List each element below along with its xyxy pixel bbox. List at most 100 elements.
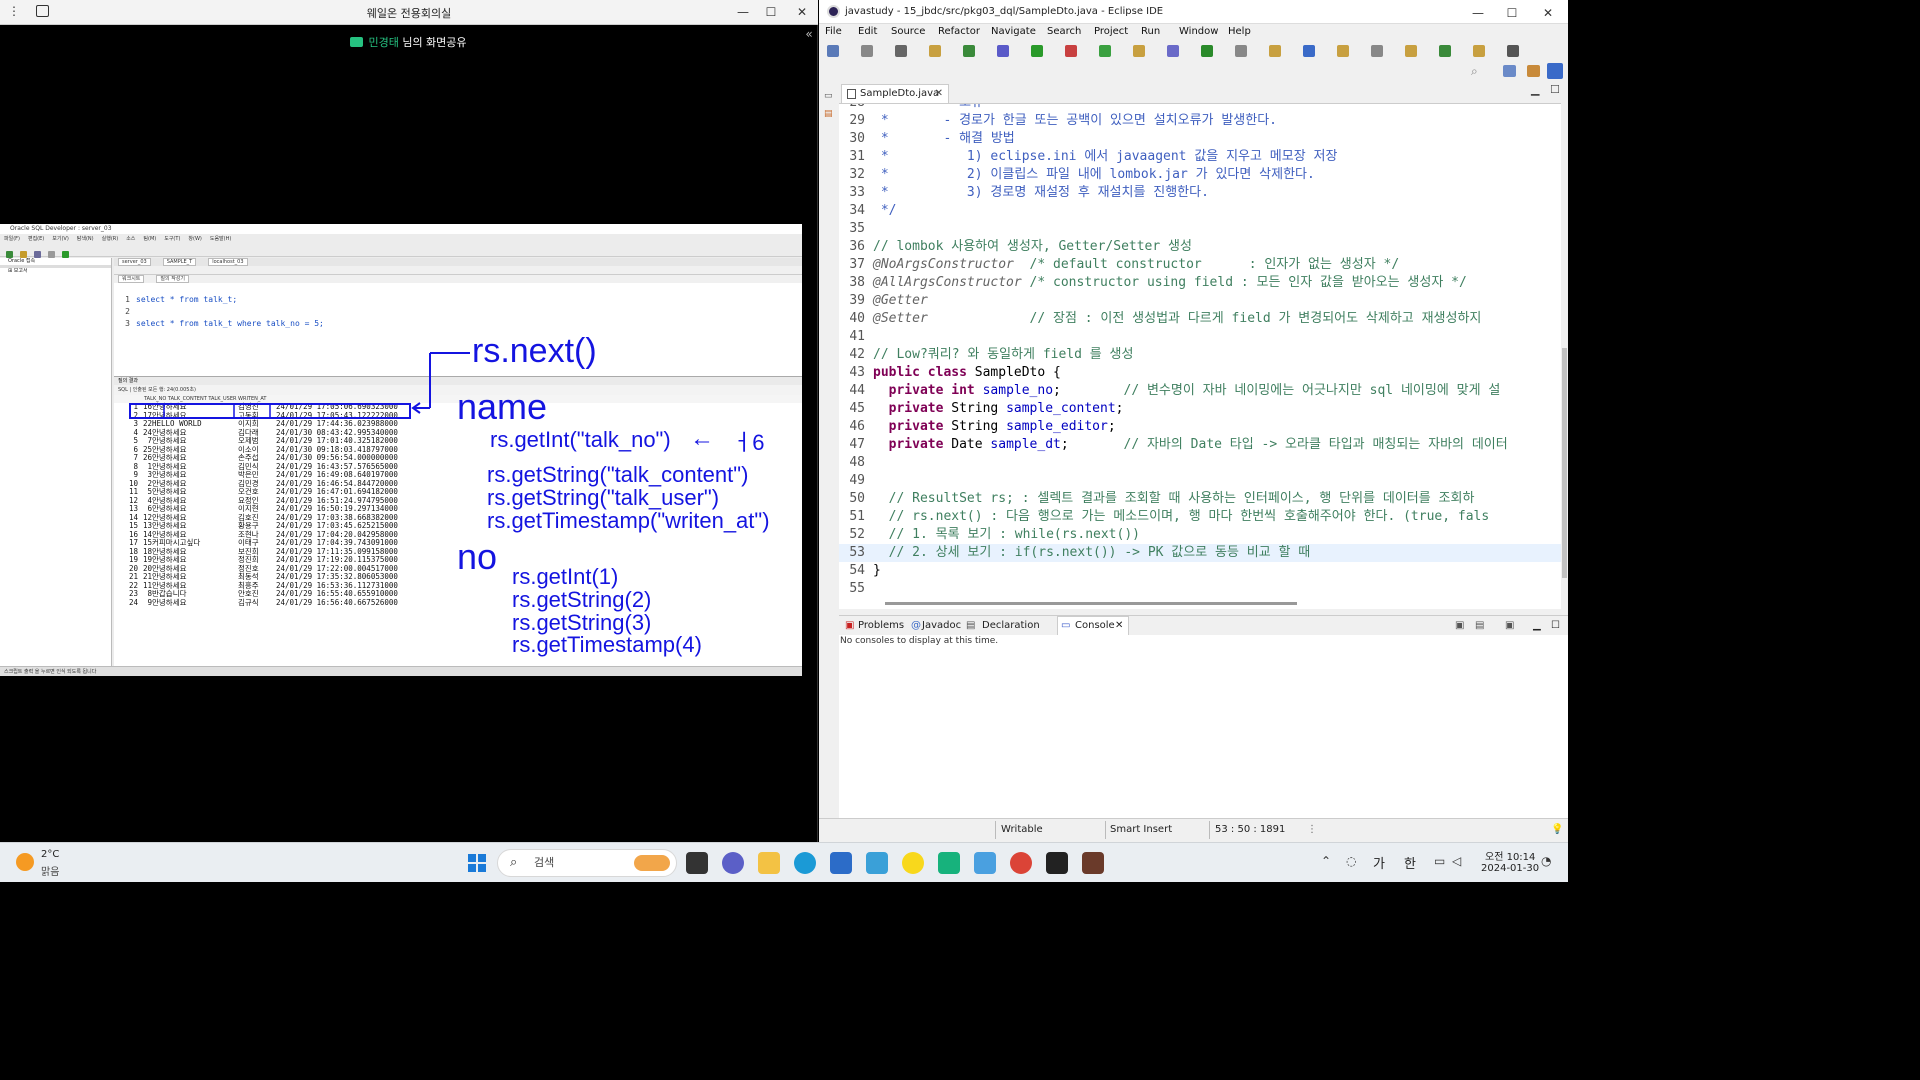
java-perspective-icon[interactable] xyxy=(1527,65,1540,77)
toolbar-button-icon[interactable] xyxy=(1235,45,1247,57)
eclipse-menu-run[interactable]: Run xyxy=(1141,26,1160,37)
volume-icon[interactable]: ◁ xyxy=(1452,854,1461,868)
chrome-icon[interactable] xyxy=(1010,852,1032,874)
toolbar-button-icon[interactable] xyxy=(1303,45,1315,57)
notepad-icon[interactable] xyxy=(974,852,996,874)
editor-minimize-button[interactable]: ▁ xyxy=(1531,83,1539,96)
toolbar-button-icon[interactable] xyxy=(963,45,975,57)
editor-line-number: 43 xyxy=(849,365,865,380)
eclipse-close-button[interactable]: ✕ xyxy=(1535,4,1561,22)
toolbar-button-icon[interactable] xyxy=(1439,45,1451,57)
restore-icon[interactable]: ▭ xyxy=(824,91,833,101)
toolbar-button-icon[interactable] xyxy=(861,45,873,57)
perspective-icon[interactable] xyxy=(1503,65,1516,77)
toolbar-button-icon[interactable] xyxy=(1405,45,1417,57)
status-insert-mode: Smart Insert xyxy=(1110,824,1173,835)
editor-vertical-scrollbar[interactable] xyxy=(1561,103,1568,609)
eclipse-menu-navigate[interactable]: Navigate xyxy=(991,26,1036,37)
toolbar-button-icon[interactable] xyxy=(997,45,1009,57)
editor-line-number: 29 xyxy=(849,113,865,128)
toolbar-button-icon[interactable] xyxy=(1133,45,1145,57)
microsoft-store-icon[interactable] xyxy=(830,852,852,874)
toolbar-button-icon[interactable] xyxy=(827,45,839,57)
toolbar-button-icon[interactable] xyxy=(1099,45,1111,57)
toolbar-button-icon[interactable] xyxy=(1167,45,1179,57)
problems-icon: ▣ xyxy=(845,620,855,631)
open-console-icon[interactable]: ▣ xyxy=(1505,620,1514,631)
whale-on-icon[interactable] xyxy=(938,852,960,874)
close-tab-icon[interactable]: ✕ xyxy=(935,85,943,103)
tip-bulb-icon[interactable]: 💡 xyxy=(1551,824,1563,835)
editor-line-number: 34 xyxy=(849,203,865,218)
ime-mode-1[interactable]: 가 xyxy=(1373,853,1385,872)
toolbar-button-icon[interactable] xyxy=(1473,45,1485,57)
toolbar-button-icon[interactable] xyxy=(929,45,941,57)
toolbar-button-icon[interactable] xyxy=(1507,45,1519,57)
eclipse-menu-window[interactable]: Window xyxy=(1179,26,1218,37)
toolbar-button-icon[interactable] xyxy=(1371,45,1383,57)
file-explorer-icon[interactable] xyxy=(758,852,780,874)
editor-tab-sampledto[interactable]: SampleDto.java ✕ xyxy=(841,84,949,103)
display-icon[interactable]: ▭ xyxy=(1434,854,1445,868)
tab-javadoc[interactable]: Javadoc xyxy=(922,620,961,631)
eclipse-menu-edit[interactable]: Edit xyxy=(858,26,877,37)
editor-line: 36 // lombok 사용하여 생성자, Getter/Setter 생성 xyxy=(839,238,1561,256)
toolbar-button-icon[interactable] xyxy=(1201,45,1213,57)
terminal-icon[interactable] xyxy=(1046,852,1068,874)
network-icon[interactable]: ◌ xyxy=(1346,854,1356,868)
clock-date[interactable]: 2024-01-30 xyxy=(1481,863,1539,874)
eclipse-menu-help[interactable]: Help xyxy=(1228,26,1251,37)
editor-line: 51 // rs.next() : 다음 행으로 가는 메소드이며, 행 마다 … xyxy=(839,508,1561,526)
eclipse-title-bar: javastudy - 15_jbdc/src/pkg03_dql/Sample… xyxy=(819,0,1568,24)
editor-horizontal-scrollbar[interactable] xyxy=(873,601,1561,607)
java-editor[interactable]: 28 * - 오류29 * - 경로가 한글 또는 공백이 있으면 설치오류가 … xyxy=(839,103,1561,609)
console-display-icon[interactable]: ▤ xyxy=(1475,620,1484,631)
close-console-tab-icon[interactable]: ✕ xyxy=(1115,620,1123,631)
eclipse-maximize-button[interactable]: ☐ xyxy=(1499,4,1525,22)
notification-bell-icon[interactable]: ◔ xyxy=(1541,854,1551,868)
tab-declaration[interactable]: Declaration xyxy=(982,620,1040,631)
taskbar-search-box[interactable]: ⌕ 검색 xyxy=(497,849,677,877)
editor-maximize-button[interactable]: ☐ xyxy=(1550,83,1560,96)
tab-console[interactable]: Console xyxy=(1075,620,1115,631)
clock-time[interactable]: 오전 10:14 xyxy=(1485,848,1535,863)
type-token: int xyxy=(951,383,975,398)
code-text: SampleDto { xyxy=(974,365,1061,380)
eclipse-menu-file[interactable]: File xyxy=(825,26,842,37)
toolbar-button-icon[interactable] xyxy=(1269,45,1281,57)
panel-maximize-button[interactable]: ☐ xyxy=(1551,620,1560,631)
toolbar-button-icon[interactable] xyxy=(1065,45,1077,57)
outline-icon[interactable]: ▤ xyxy=(824,109,833,119)
eclipse-menu-project[interactable]: Project xyxy=(1094,26,1128,37)
status-more-icon[interactable]: ⋮ xyxy=(1307,824,1317,835)
edge-browser-icon[interactable] xyxy=(794,852,816,874)
tab-problems[interactable]: Problems xyxy=(858,620,904,631)
editor-line-number: 53 xyxy=(849,545,865,560)
debug-perspective-icon[interactable] xyxy=(1547,63,1563,79)
start-windows-icon[interactable] xyxy=(468,854,486,872)
comment-text: // Low?쿼리? 와 동일하게 field 를 생성 xyxy=(873,347,1134,362)
toolbar-button-icon[interactable] xyxy=(1031,45,1043,57)
weather-sun-icon[interactable] xyxy=(16,853,34,871)
search-icon[interactable]: ⌕ xyxy=(1471,64,1478,79)
kakaotalk-icon[interactable] xyxy=(902,852,924,874)
console-pin-icon[interactable]: ▣ xyxy=(1455,620,1464,631)
eclipse-minimize-button[interactable]: — xyxy=(1465,4,1491,22)
editor-line: 41 xyxy=(839,328,1561,346)
toolbar-button-icon[interactable] xyxy=(895,45,907,57)
ime-mode-2[interactable]: 한 xyxy=(1404,853,1416,872)
eclipse-menu-refactor[interactable]: Refactor xyxy=(938,26,980,37)
field-token: sample_dt xyxy=(990,437,1061,452)
app-icon[interactable] xyxy=(866,852,888,874)
editor-line: 42 // Low?쿼리? 와 동일하게 field 를 생성 xyxy=(839,346,1561,364)
task-view-icon[interactable] xyxy=(686,852,708,874)
eclipse-menu-source[interactable]: Source xyxy=(891,26,925,37)
eclipse-menu-search[interactable]: Search xyxy=(1047,26,1081,37)
show-hidden-icons[interactable]: ⌃ xyxy=(1321,854,1331,868)
eclipse-taskbar-icon[interactable] xyxy=(1082,852,1104,874)
teams-chat-icon[interactable] xyxy=(722,852,744,874)
toolbar-button-icon[interactable] xyxy=(1337,45,1349,57)
panel-minimize-button[interactable]: ▁ xyxy=(1533,620,1541,631)
